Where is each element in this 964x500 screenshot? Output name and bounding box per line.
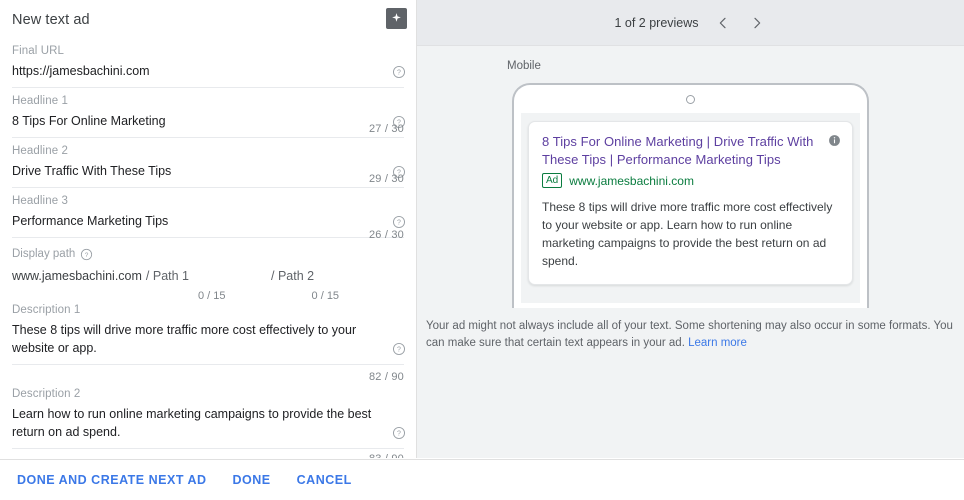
field-final-url[interactable]: Final URL https://jamesbachini.com ? [12, 38, 406, 88]
help-circle-icon[interactable]: ? [392, 342, 406, 356]
headline-1-counter: 27 / 30 [368, 123, 404, 135]
text-ad-editor-panel: New text ad Final URL https://jamesbachi… [0, 0, 417, 458]
display-path-domain: www.jamesbachini.com [12, 269, 142, 283]
description-2-counter: 83 / 90 [369, 453, 404, 458]
display-path-1-input[interactable]: / Path 1 [146, 266, 189, 286]
sparkle-icon[interactable] [386, 8, 407, 29]
headline-2-label: Headline 2 [12, 145, 68, 157]
field-description-2[interactable]: 82 / 90 Description 2 Learn how to run o… [12, 365, 406, 449]
ad-badge: Ad [542, 173, 563, 188]
ad-preview-panel: 1 of 2 previews Mobile 8 Tips For Online… [417, 0, 964, 458]
display-path-row: www.jamesbachini.com / Path 1 / Path 2 [12, 262, 404, 286]
phone-mockup: 8 Tips For Online Marketing | Drive Traf… [512, 83, 869, 308]
headline-3-counter: 26 / 30 [368, 229, 404, 241]
ad-preview-card[interactable]: 8 Tips For Online Marketing | Drive Traf… [528, 121, 853, 285]
learn-more-link[interactable]: Learn more [688, 337, 747, 349]
action-bar: DONE AND CREATE NEXT AD DONE CANCEL [0, 459, 964, 500]
info-circle-icon[interactable] [828, 134, 841, 147]
svg-text:?: ? [397, 70, 401, 77]
field-description-1[interactable]: Description 1 These 8 tips will drive mo… [12, 297, 406, 365]
field-headline-3[interactable]: 29 / 30 Headline 3 Performance Marketing… [12, 173, 406, 238]
field-headline-2[interactable]: 27 / 30 Headline 2 Drive Traffic With Th… [12, 123, 406, 188]
description-1-input[interactable]: These 8 tips will drive more traffic mor… [12, 318, 404, 357]
cancel-button[interactable]: CANCEL [297, 473, 352, 487]
svg-text:?: ? [397, 431, 401, 438]
display-path-label: Display path [12, 248, 76, 260]
svg-text:?: ? [85, 252, 89, 259]
phone-camera-icon [686, 95, 695, 104]
ad-description: These 8 tips will drive more traffic mor… [542, 200, 833, 268]
final-url-label: Final URL [12, 45, 65, 57]
preview-header: 1 of 2 previews [417, 0, 964, 46]
description-2-label: Description 2 [12, 388, 81, 400]
help-circle-icon[interactable]: ? [392, 426, 406, 440]
chevron-left-icon[interactable] [713, 13, 733, 33]
display-path-label-row: Display path ? [12, 247, 404, 262]
help-circle-icon[interactable]: ? [392, 65, 406, 79]
description-2-input[interactable]: Learn how to run online marketing campai… [12, 402, 404, 441]
ad-url-row: Ad www.jamesbachini.com [542, 173, 839, 188]
done-and-create-next-ad-button[interactable]: DONE AND CREATE NEXT AD [17, 473, 207, 487]
preview-body: Mobile 8 Tips For Online Marketing | Dri… [417, 46, 964, 349]
preview-disclaimer: Your ad might not always include all of … [426, 318, 954, 352]
done-button[interactable]: DONE [233, 473, 271, 487]
description-2-counter-row: 83 / 90 [12, 449, 404, 458]
svg-text:?: ? [397, 220, 401, 227]
editor-header: New text ad [0, 0, 416, 38]
ad-editor-screen: New text ad Final URL https://jamesbachi… [0, 0, 964, 500]
ad-headline[interactable]: 8 Tips For Online Marketing | Drive Traf… [542, 133, 839, 169]
headline-2-input[interactable]: Drive Traffic With These Tips [12, 159, 404, 180]
preview-counter: 1 of 2 previews [614, 15, 699, 30]
description-1-label: Description 1 [12, 304, 81, 316]
help-circle-icon[interactable]: ? [80, 248, 93, 261]
chevron-right-icon[interactable] [747, 13, 767, 33]
headline-3-label: Headline 3 [12, 195, 68, 207]
phone-screen: 8 Tips For Online Marketing | Drive Traf… [521, 113, 860, 303]
svg-text:?: ? [397, 347, 401, 354]
page-title: New text ad [12, 12, 90, 28]
preview-device-label: Mobile [507, 60, 541, 72]
ad-display-url: www.jamesbachini.com [569, 173, 694, 188]
headline-1-input[interactable]: 8 Tips For Online Marketing [12, 109, 404, 130]
headline-3-input[interactable]: Performance Marketing Tips [12, 209, 404, 230]
description-1-counter: 82 / 90 [368, 371, 404, 383]
field-headline-1[interactable]: Headline 1 8 Tips For Online Marketing ? [12, 88, 406, 138]
help-circle-icon[interactable]: ? [392, 215, 406, 229]
display-path-2-input[interactable]: / Path 2 [271, 266, 314, 286]
headline-1-label: Headline 1 [12, 95, 68, 107]
final-url-input[interactable]: https://jamesbachini.com [12, 59, 404, 80]
headline-2-counter: 29 / 30 [368, 173, 404, 185]
